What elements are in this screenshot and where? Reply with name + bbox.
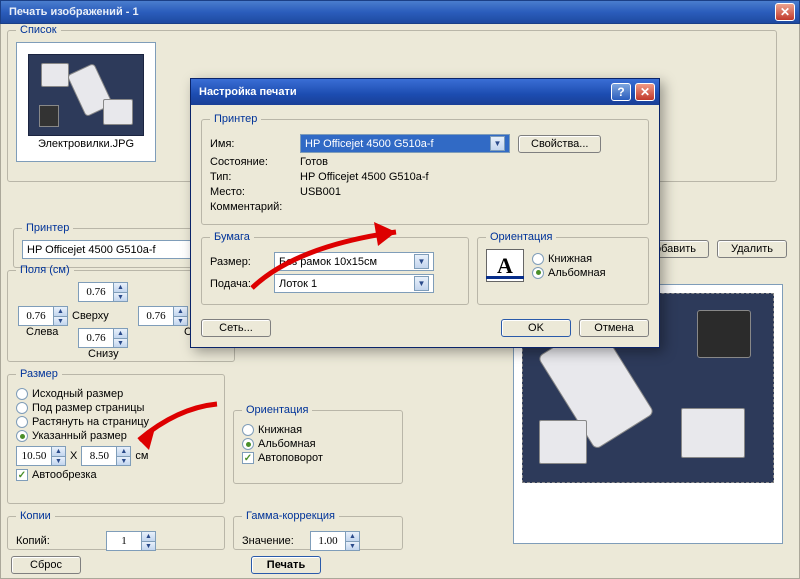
margin-bottom-spin[interactable]: ▲▼ [78,328,128,348]
copies-legend: Копии [16,510,55,522]
radio-landscape-main[interactable]: Альбомная [242,438,394,450]
orientation-group: Ориентация Книжная Альбомная ✓Автоповоро… [233,404,403,484]
dialog-title: Настройка печати [199,86,607,98]
copies-spin[interactable]: ▲▼ [106,531,156,551]
dlg-orient-group: Ориентация A Книжная Альбомная [477,231,649,305]
printer-legend: Принтер [22,222,73,234]
dlg-size-value: Без рамок 10x15см [279,256,377,268]
label-bottom: Снизу [88,348,119,360]
size-legend: Размер [16,368,62,380]
label-unit: см [135,450,148,462]
label-portrait-main: Книжная [258,424,302,436]
dlg-orient-legend: Ориентация [486,231,556,243]
print-setup-dialog: Настройка печати ? ✕ Принтер Имя: HP Off… [190,78,660,348]
margin-left-spin[interactable]: ▲▼ [18,306,68,326]
label-original: Исходный размер [32,388,123,400]
dlg-state-label: Состояние: [210,156,292,168]
label-stretch: Растянуть на страницу [32,416,149,428]
dlg-paper-group: Бумага Размер: Без рамок 10x15см ▼ Подач… [201,231,469,305]
dlg-loc-label: Место: [210,186,292,198]
dlg-name-label: Имя: [210,138,292,150]
remove-button[interactable]: Удалить [717,240,787,258]
radio-fit-page[interactable]: Под размер страницы [16,402,216,414]
chevron-down-icon[interactable]: ▼ [490,136,505,151]
label-autocrop: Автообрезка [32,469,97,481]
label-left: Слева [26,326,58,338]
gamma-legend: Гамма-коррекция [242,510,339,522]
printer-combo-value: HP Officejet 4500 G510a-f [27,244,156,256]
cancel-button[interactable]: Отмена [579,319,649,337]
size-height-spin[interactable]: ▲▼ [81,446,131,466]
margin-right-spin[interactable]: ▲▼ [138,306,188,326]
label-top: Сверху [72,310,109,322]
chevron-down-icon[interactable]: ▼ [414,276,429,291]
dlg-size-combo[interactable]: Без рамок 10x15см ▼ [274,252,434,271]
radio-portrait-dlg[interactable]: Книжная [532,253,606,265]
dlg-source-value: Лоток 1 [279,278,317,290]
gamma-spin[interactable]: ▲▼ [310,531,360,551]
margins-legend: Поля (см) [16,264,74,276]
label-fit-page: Под размер страницы [32,402,144,414]
help-icon[interactable]: ? [611,83,631,101]
dlg-loc-value: USB001 [300,186,640,198]
dlg-source-combo[interactable]: Лоток 1 ▼ [274,274,434,293]
dialog-close-icon[interactable]: ✕ [635,83,655,101]
radio-portrait-main[interactable]: Книжная [242,424,394,436]
orientation-legend: Ориентация [242,404,312,416]
print-button[interactable]: Печать [251,556,321,574]
dlg-paper-legend: Бумага [210,231,254,243]
label-portrait-dlg: Книжная [548,253,592,265]
margin-top-spin[interactable]: ▲▼ [78,282,128,302]
label-landscape-dlg: Альбомная [548,267,606,279]
thumbnail-label: Электровилки.JPG [38,138,134,150]
check-autorotate[interactable]: ✓Автоповорот [242,452,394,464]
size-group: Размер Исходный размер Под размер страни… [7,368,225,504]
list-legend: Список [16,24,61,36]
dlg-source-label: Подача: [210,278,266,290]
label-x: X [70,450,77,462]
dlg-name-value: HP Officejet 4500 G510a-f [305,138,434,150]
dlg-size-label: Размер: [210,256,266,268]
gamma-label: Значение: [242,535,302,547]
check-autocrop[interactable]: ✓Автообрезка [16,469,216,481]
label-autorotate: Автоповорот [258,452,323,464]
copies-group: Копии Копий: ▲▼ [7,510,225,550]
radio-stretch[interactable]: Растянуть на страницу [16,416,216,428]
chevron-down-icon[interactable]: ▼ [414,254,429,269]
dialog-titlebar[interactable]: Настройка печати ? ✕ [191,79,659,105]
radio-custom[interactable]: Указанный размер [16,430,216,442]
dlg-name-combo[interactable]: HP Officejet 4500 G510a-f ▼ [300,134,510,153]
size-width-spin[interactable]: ▲▼ [16,446,66,466]
thumbnail[interactable]: Электровилки.JPG [16,42,156,162]
dlg-type-label: Тип: [210,171,292,183]
main-window-title: Печать изображений - 1 [9,6,775,18]
ok-button[interactable]: OK [501,319,571,337]
label-landscape-main: Альбомная [258,438,316,450]
dlg-printer-legend: Принтер [210,113,261,125]
radio-landscape-dlg[interactable]: Альбомная [532,267,606,279]
main-titlebar: Печать изображений - 1 ✕ [0,0,800,24]
label-custom: Указанный размер [32,430,127,442]
dlg-type-value: HP Officejet 4500 G510a-f [300,171,640,183]
gamma-group: Гамма-коррекция Значение: ▲▼ [233,510,403,550]
close-icon[interactable]: ✕ [775,3,795,21]
network-button[interactable]: Сеть... [201,319,271,337]
radio-original[interactable]: Исходный размер [16,388,216,400]
dlg-comment-label: Комментарий: [210,201,292,213]
properties-button[interactable]: Свойства... [518,135,601,153]
copies-label: Копий: [16,535,98,547]
thumbnail-image [28,54,144,136]
dlg-printer-group: Принтер Имя: HP Officejet 4500 G510a-f ▼… [201,113,649,225]
reset-button[interactable]: Сброс [11,556,81,574]
dlg-state-value: Готов [300,156,640,168]
